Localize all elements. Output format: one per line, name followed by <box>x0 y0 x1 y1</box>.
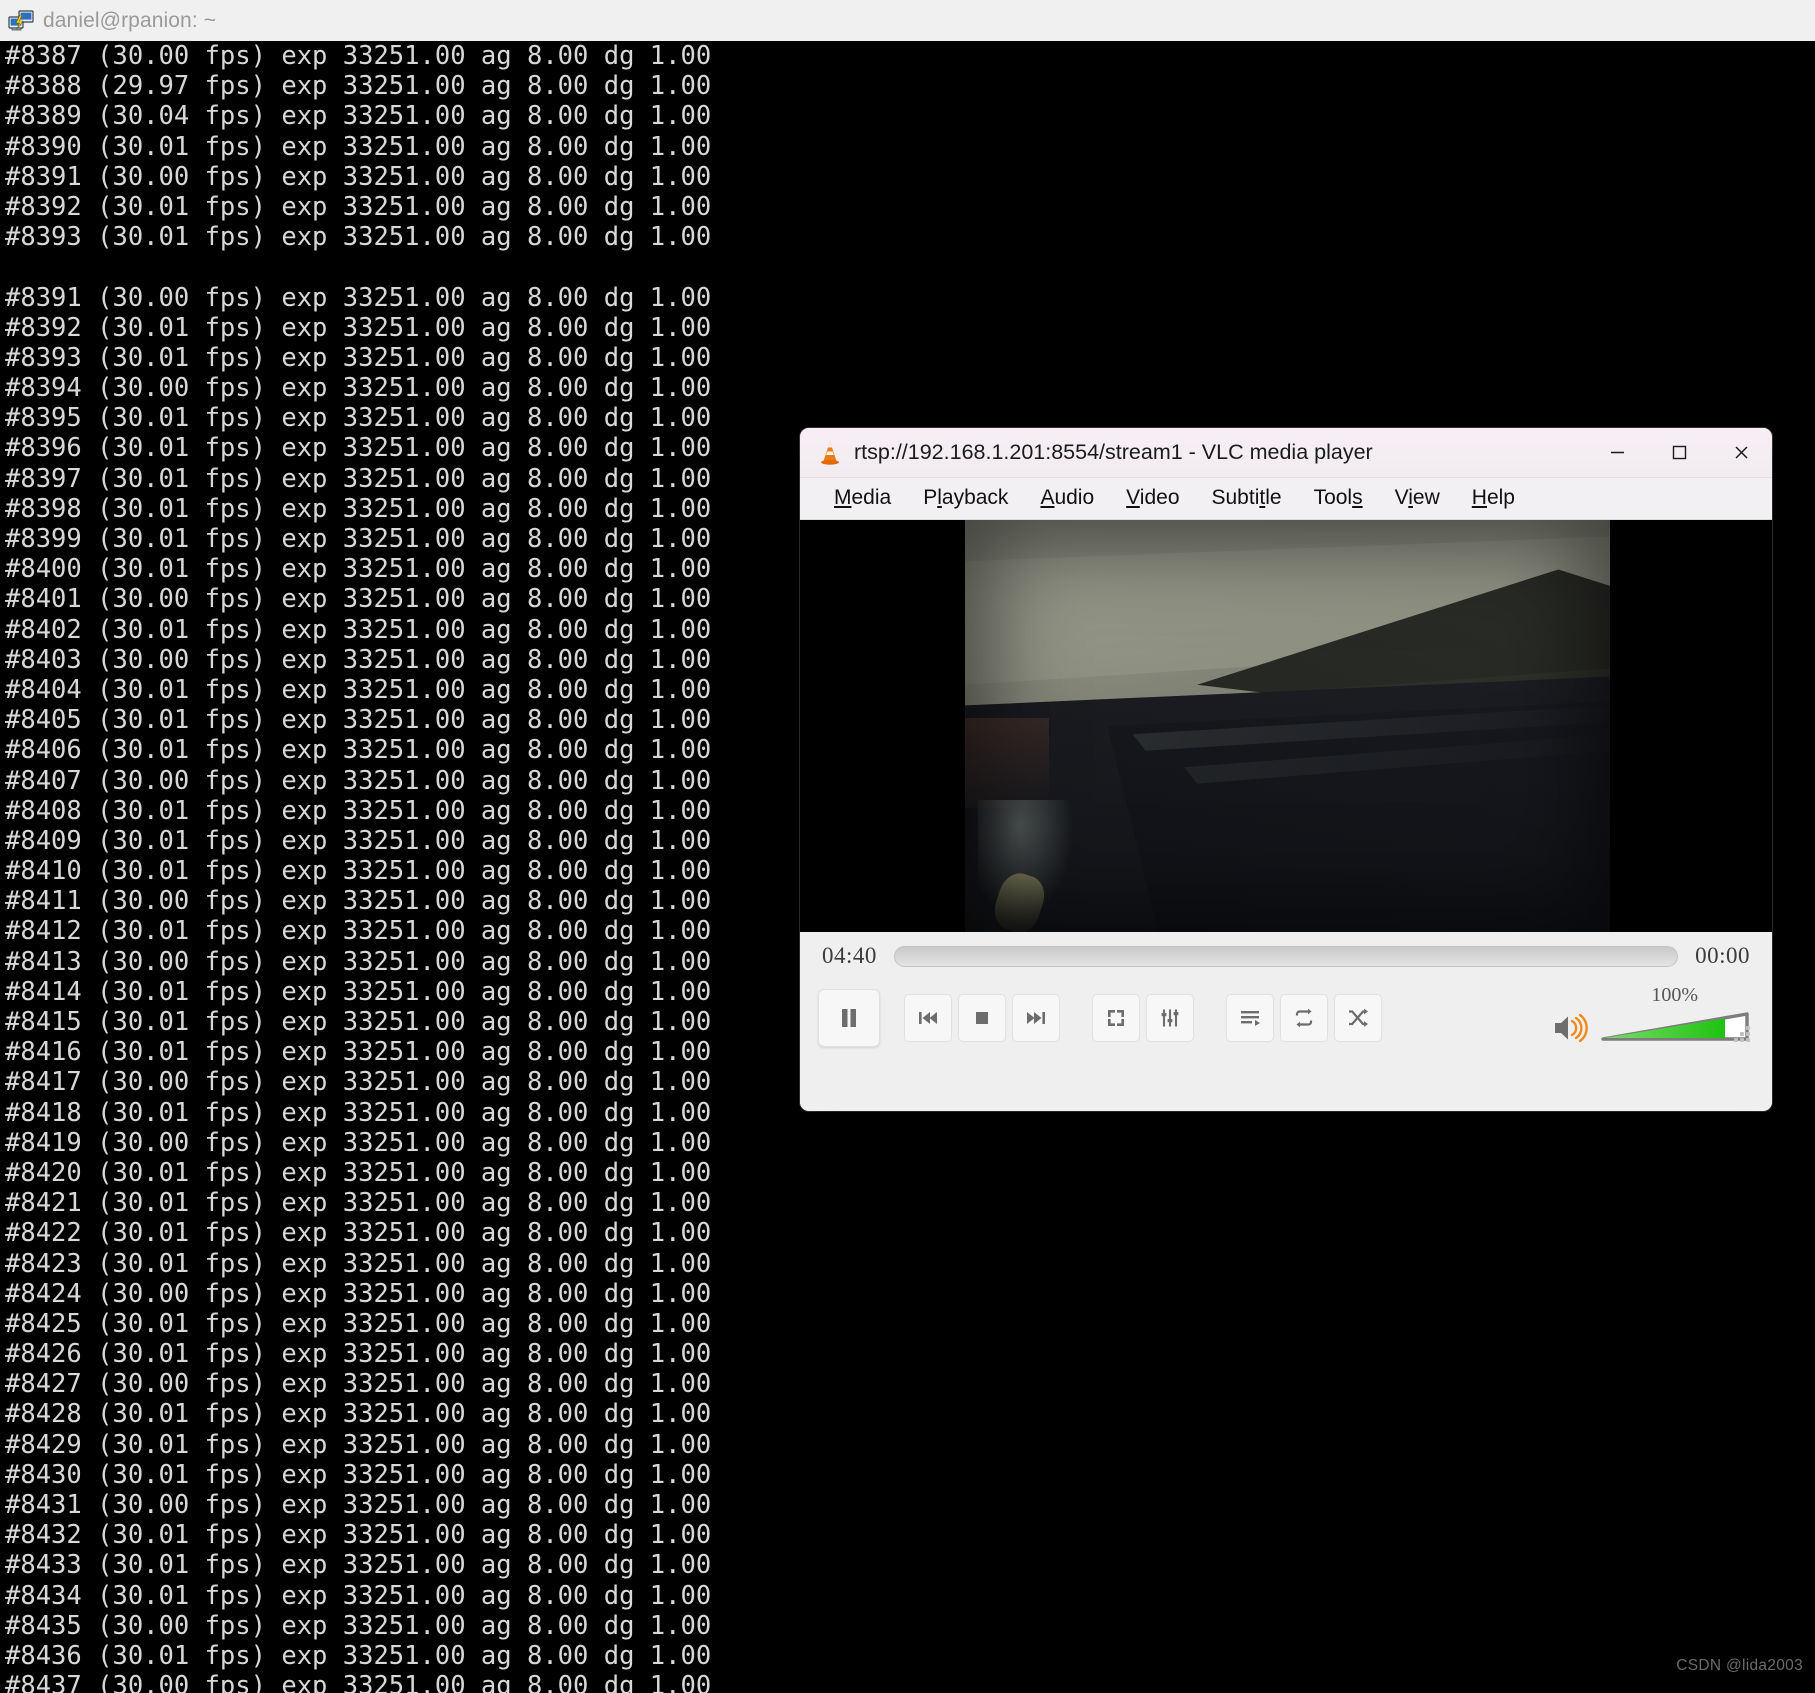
extended-settings-button[interactable] <box>1146 994 1194 1042</box>
pause-button[interactable] <box>818 989 880 1047</box>
menu-item-view[interactable]: View <box>1379 483 1456 514</box>
minimize-button[interactable] <box>1586 428 1648 478</box>
volume-percent-label: 100% <box>1651 984 1698 1006</box>
vlc-titlebar[interactable]: rtsp://192.168.1.201:8554/stream1 - VLC … <box>800 428 1772 478</box>
video-display-area[interactable] <box>800 520 1772 932</box>
speaker-icon[interactable] <box>1551 1010 1591 1046</box>
previous-button[interactable] <box>904 994 952 1042</box>
menu-item-audio[interactable]: Audio <box>1024 483 1110 514</box>
terminal-titlebar[interactable]: daniel@rpanion: ~ <box>0 0 1815 41</box>
desktop-screen: daniel@rpanion: ~ #8387 (30.00 fps) exp … <box>0 0 1815 1693</box>
menu-item-subtitle[interactable]: Subtitle <box>1196 483 1298 514</box>
volume-slider[interactable]: 100% <box>1599 984 1754 1046</box>
terminal-line: #8430 (30.01 fps) exp 33251.00 ag 8.00 d… <box>5 1459 712 1490</box>
volume-area: 100% <box>1551 984 1754 1046</box>
terminal-line: #8428 (30.01 fps) exp 33251.00 ag 8.00 d… <box>5 1399 712 1430</box>
fullscreen-button[interactable] <box>1092 994 1140 1042</box>
terminal-line: #8420 (30.01 fps) exp 33251.00 ag 8.00 d… <box>5 1157 712 1188</box>
menu-item-help[interactable]: Help <box>1456 483 1531 514</box>
seek-row: 04:40 00:00 <box>800 932 1772 980</box>
terminal-line: #8426 (30.01 fps) exp 33251.00 ag 8.00 d… <box>5 1339 712 1370</box>
video-frame <box>965 520 1610 932</box>
terminal-line: #8421 (30.01 fps) exp 33251.00 ag 8.00 d… <box>5 1188 712 1219</box>
transport-buttons: 100% <box>800 980 1772 1056</box>
elapsed-time: 04:40 <box>822 943 877 968</box>
terminal-line: #8389 (30.04 fps) exp 33251.00 ag 8.00 d… <box>5 101 712 132</box>
vlc-cone-icon <box>817 440 843 466</box>
terminal-line: #8393 (30.01 fps) exp 33251.00 ag 8.00 d… <box>5 342 712 373</box>
watermark: CSDN @lida2003 <box>1676 1657 1803 1674</box>
terminal-line: #8432 (30.01 fps) exp 33251.00 ag 8.00 d… <box>5 1520 712 1551</box>
terminal-line: #8387 (30.00 fps) exp 33251.00 ag 8.00 d… <box>5 41 712 71</box>
close-button[interactable] <box>1710 428 1772 478</box>
terminal-title-text: daniel@rpanion: ~ <box>43 8 217 32</box>
terminal-line: #8427 (30.00 fps) exp 33251.00 ag 8.00 d… <box>5 1369 712 1400</box>
terminal-line: #8429 (30.01 fps) exp 33251.00 ag 8.00 d… <box>5 1429 712 1460</box>
terminal-line: #8391 (30.00 fps) exp 33251.00 ag 8.00 d… <box>5 161 712 192</box>
resize-grip[interactable] <box>1732 1024 1750 1042</box>
seek-slider[interactable] <box>893 945 1679 967</box>
shuffle-button[interactable] <box>1334 994 1382 1042</box>
terminal-line: #8388 (29.97 fps) exp 33251.00 ag 8.00 d… <box>5 71 712 102</box>
terminal-line: #8419 (30.00 fps) exp 33251.00 ag 8.00 d… <box>5 1127 712 1158</box>
vlc-menubar: Media Playback Audio Video Subtitle Tool… <box>800 478 1772 520</box>
vlc-title-text: rtsp://192.168.1.201:8554/stream1 - VLC … <box>854 440 1373 464</box>
putty-computer-icon <box>8 8 34 34</box>
terminal-line: #8424 (30.00 fps) exp 33251.00 ag 8.00 d… <box>5 1278 712 1309</box>
terminal-line: #8391 (30.00 fps) exp 33251.00 ag 8.00 d… <box>5 282 712 313</box>
terminal-line: #8425 (30.01 fps) exp 33251.00 ag 8.00 d… <box>5 1308 712 1339</box>
terminal-line: #8423 (30.01 fps) exp 33251.00 ag 8.00 d… <box>5 1248 712 1279</box>
maximize-button[interactable] <box>1648 428 1710 478</box>
vlc-window: rtsp://192.168.1.201:8554/stream1 - VLC … <box>800 428 1772 1111</box>
menu-item-video[interactable]: Video <box>1110 483 1195 514</box>
terminal-line: #8431 (30.00 fps) exp 33251.00 ag 8.00 d… <box>5 1490 712 1520</box>
menu-item-tools[interactable]: Tools <box>1298 483 1379 514</box>
playlist-button[interactable] <box>1226 994 1274 1042</box>
terminal-line: #8435 (30.00 fps) exp 33251.00 ag 8.00 d… <box>5 1610 712 1641</box>
terminal-line: #8392 (30.01 fps) exp 33251.00 ag 8.00 d… <box>5 191 712 222</box>
vlc-control-bar: 04:40 00:00 100% <box>800 932 1772 1110</box>
next-button[interactable] <box>1012 994 1060 1042</box>
terminal-line: #8394 (30.00 fps) exp 33251.00 ag 8.00 d… <box>5 373 712 404</box>
menu-item-playback[interactable]: Playback <box>907 483 1024 514</box>
stop-button[interactable] <box>958 994 1006 1042</box>
terminal-line: #8437 (30.00 fps) exp 33251.00 ag 8.00 d… <box>5 1671 712 1693</box>
terminal-line: #8393 (30.01 fps) exp 33251.00 ag 8.00 d… <box>5 222 712 253</box>
menu-item-media[interactable]: Media <box>818 483 907 514</box>
terminal-line: #8434 (30.01 fps) exp 33251.00 ag 8.00 d… <box>5 1580 712 1611</box>
terminal-line: #8433 (30.01 fps) exp 33251.00 ag 8.00 d… <box>5 1550 712 1581</box>
loop-button[interactable] <box>1280 994 1328 1042</box>
terminal-line: #8436 (30.01 fps) exp 33251.00 ag 8.00 d… <box>5 1640 712 1671</box>
total-time: 00:00 <box>1695 943 1750 968</box>
terminal-line: #8390 (30.01 fps) exp 33251.00 ag 8.00 d… <box>5 131 712 162</box>
terminal-line: #8392 (30.01 fps) exp 33251.00 ag 8.00 d… <box>5 312 712 343</box>
terminal-line: #8422 (30.01 fps) exp 33251.00 ag 8.00 d… <box>5 1218 712 1249</box>
